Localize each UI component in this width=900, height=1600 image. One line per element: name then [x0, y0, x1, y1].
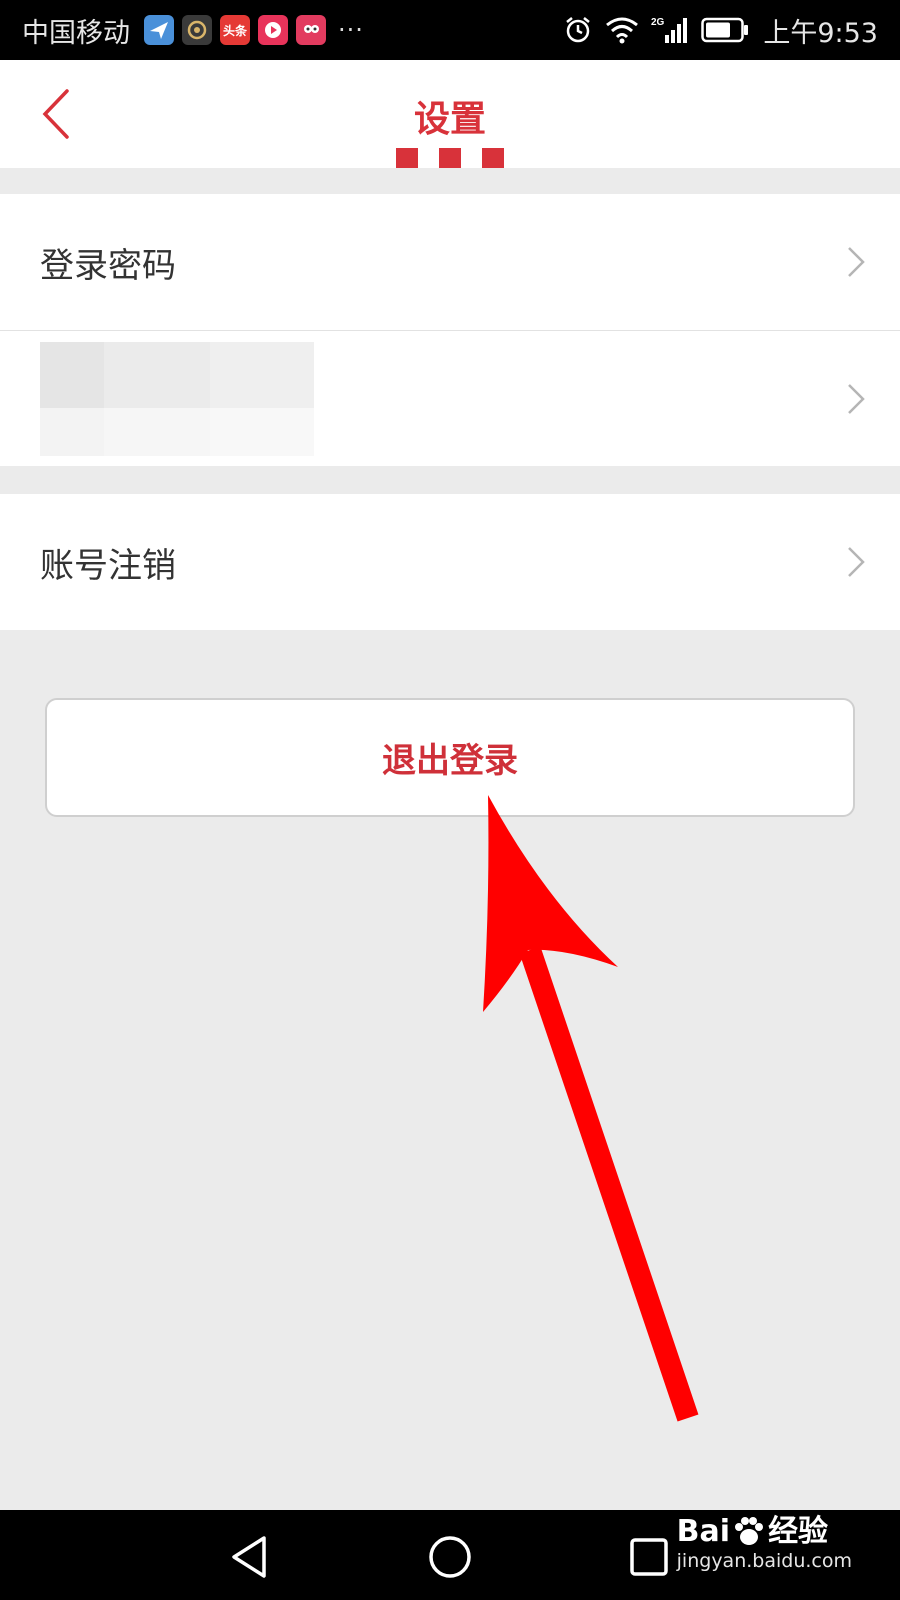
- baidu-jingyan-watermark: Bai 经验 jingyan.baidu.com: [677, 1514, 852, 1572]
- nav-recents-icon[interactable]: [624, 1532, 674, 1582]
- network-type-label: 2G: [651, 17, 665, 28]
- row-label: 登录密码: [40, 245, 176, 286]
- wifi-icon: [605, 16, 639, 44]
- camera-app-icon: [182, 15, 212, 45]
- video-app-icon: [258, 15, 288, 45]
- toutiao-app-icon: 头条: [220, 15, 250, 45]
- login-password-row[interactable]: 登录密码: [0, 194, 900, 330]
- paw-icon: [735, 1517, 764, 1545]
- carrier-label: 中国移动: [22, 17, 130, 49]
- watermark-brand-cn: 经验: [768, 1514, 829, 1549]
- clock: 上午9:53: [763, 17, 878, 49]
- title-indicator: [396, 148, 504, 168]
- status-bar-right: 2G 上午9:53: [551, 11, 878, 50]
- settings-group-account: 登录密码: [0, 194, 900, 466]
- chat-app-icon: [296, 15, 326, 45]
- redacted-label: [40, 341, 314, 456]
- battery-icon: [701, 17, 749, 43]
- account-cancellation-row[interactable]: 账号注销: [0, 494, 900, 630]
- maps-app-icon: [144, 15, 174, 45]
- alarm-icon: [563, 15, 593, 45]
- redacted-setting-row[interactable]: [0, 330, 900, 466]
- app-header: 设置: [0, 60, 900, 168]
- nav-back-icon[interactable]: [226, 1532, 276, 1582]
- nav-home-icon[interactable]: [425, 1532, 475, 1582]
- signal-icon: 2G: [651, 15, 689, 45]
- watermark-brand: Bai: [676, 1514, 731, 1549]
- watermark-url: jingyan.baidu.com: [676, 1550, 852, 1572]
- more-notifications-icon: ···: [338, 16, 364, 44]
- status-bar: 中国移动 头条 ··· 2G 上午9:53: [0, 0, 900, 60]
- settings-group-cancel: 账号注销: [0, 494, 900, 630]
- logout-button[interactable]: 退出登录: [45, 698, 855, 817]
- page-title: 设置: [413, 99, 486, 140]
- chevron-right-icon: [848, 247, 865, 277]
- chevron-right-icon: [848, 547, 865, 577]
- chevron-right-icon: [848, 383, 865, 414]
- row-label: 账号注销: [40, 545, 176, 586]
- status-bar-left: 中国移动 头条 ···: [22, 11, 364, 50]
